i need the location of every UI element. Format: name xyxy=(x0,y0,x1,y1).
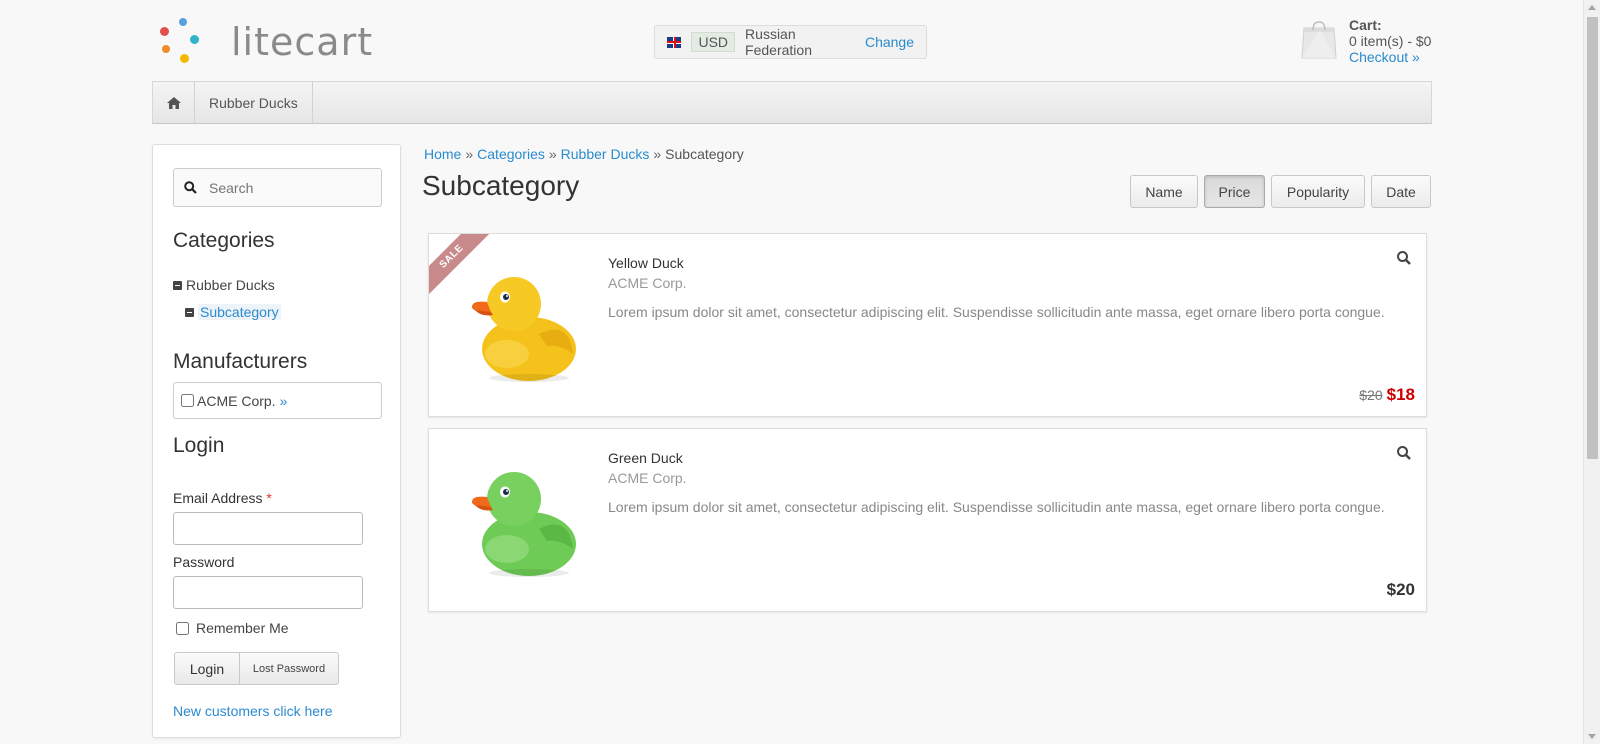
new-customers-link[interactable]: New customers click here xyxy=(173,703,333,719)
product-price: $20 $18 xyxy=(1359,385,1415,405)
scroll-up-icon[interactable] xyxy=(1588,5,1596,10)
sort-popularity-button[interactable]: Popularity xyxy=(1271,175,1365,208)
manufacturers-heading: Manufacturers xyxy=(173,350,308,373)
lost-password-button[interactable]: Lost Password xyxy=(240,653,338,684)
home-icon xyxy=(166,96,181,109)
search-box[interactable] xyxy=(173,168,382,207)
shopping-bag-icon[interactable] xyxy=(1300,20,1338,60)
login-button[interactable]: Login xyxy=(175,653,240,684)
product-card[interactable]: SALE Yellow Duck ACME Corp. Lorem ipsum … xyxy=(428,233,1427,417)
category-label[interactable]: Subcategory xyxy=(198,304,281,320)
product-manufacturer: ACME Corp. xyxy=(608,275,687,291)
scroll-down-icon[interactable] xyxy=(1588,734,1596,739)
uk-flag-icon xyxy=(667,36,682,48)
logo-dot-icon xyxy=(179,18,187,26)
breadcrumb-separator: » xyxy=(548,146,557,162)
password-label: Password xyxy=(173,554,235,570)
password-field[interactable] xyxy=(173,576,363,609)
region-selector[interactable]: USD Russian Federation Change xyxy=(654,25,927,59)
green-duck-image[interactable] xyxy=(469,459,579,579)
product-name[interactable]: Green Duck xyxy=(608,450,683,466)
page-scrollbar[interactable] xyxy=(1583,0,1600,744)
breadcrumb-separator: » xyxy=(653,146,662,162)
product-manufacturer: ACME Corp. xyxy=(608,470,687,486)
email-label-text: Email Address xyxy=(173,490,263,506)
login-buttons: Login Lost Password xyxy=(174,652,339,685)
scroll-thumb[interactable] xyxy=(1587,17,1598,459)
manufacturer-link[interactable]: » xyxy=(280,393,288,409)
category-label[interactable]: Rubber Ducks xyxy=(186,277,275,293)
categories-heading: Categories xyxy=(173,229,275,252)
manufacturer-checkbox[interactable] xyxy=(181,394,194,407)
logo-dot-icon xyxy=(180,54,189,63)
yellow-duck-image[interactable] xyxy=(469,264,579,384)
product-card[interactable]: Green Duck ACME Corp. Lorem ipsum dolor … xyxy=(428,428,1427,612)
collapse-icon[interactable] xyxy=(173,280,182,290)
breadcrumb-current: Subcategory xyxy=(665,146,744,162)
country-name: Russian Federation xyxy=(745,26,812,58)
login-heading: Login xyxy=(173,434,225,457)
category-item-rubber-ducks[interactable]: Rubber Ducks xyxy=(173,277,275,293)
email-field[interactable] xyxy=(173,512,363,545)
breadcrumb-home[interactable]: Home xyxy=(424,146,461,162)
sort-price-button[interactable]: Price xyxy=(1204,175,1265,208)
breadcrumb-separator: » xyxy=(465,146,474,162)
logo-dot-icon xyxy=(190,35,199,44)
breadcrumb: Home» Categories» Rubber Ducks» Subcategory xyxy=(424,146,744,162)
quick-view-icon[interactable] xyxy=(1396,250,1412,266)
product-description: Lorem ipsum dolor sit amet, consectetur … xyxy=(608,499,1385,515)
page-title: Subcategory xyxy=(422,170,580,201)
required-mark: * xyxy=(266,490,272,506)
logo-dot-icon xyxy=(162,45,170,53)
email-label: Email Address * xyxy=(173,490,272,506)
main-navbar: Rubber Ducks xyxy=(152,81,1432,124)
checkout-link[interactable]: Checkout » xyxy=(1349,49,1420,65)
nav-item-rubber-ducks[interactable]: Rubber Ducks xyxy=(195,82,313,123)
change-region-link[interactable]: Change xyxy=(865,34,914,50)
product-description: Lorem ipsum dolor sit amet, consectetur … xyxy=(608,304,1385,320)
search-input[interactable] xyxy=(207,178,367,197)
collapse-icon[interactable] xyxy=(185,307,194,317)
remember-me[interactable]: Remember Me xyxy=(173,620,289,636)
campaign-price: $18 xyxy=(1386,385,1415,404)
logo-text: litecart xyxy=(231,20,374,64)
breadcrumb-categories[interactable]: Categories xyxy=(477,146,545,162)
nav-home[interactable] xyxy=(153,82,195,123)
cart-title: Cart: xyxy=(1349,17,1382,33)
sidebar: Categories Rubber Ducks Subcategory Manu… xyxy=(152,144,401,738)
cart-summary[interactable]: Cart: 0 item(s) - $0 Checkout » xyxy=(1349,17,1431,65)
manufacturer-label[interactable]: ACME Corp. xyxy=(197,393,276,409)
currency-code: USD xyxy=(691,32,736,52)
sort-name-button[interactable]: Name xyxy=(1130,175,1198,208)
regular-price: $20 xyxy=(1359,387,1383,403)
logo[interactable]: litecart xyxy=(157,16,372,66)
sort-date-button[interactable]: Date xyxy=(1371,175,1431,208)
logo-dot-icon xyxy=(160,27,169,36)
quick-view-icon[interactable] xyxy=(1396,445,1412,461)
product-price: $20 xyxy=(1386,580,1415,599)
remember-checkbox[interactable] xyxy=(176,621,189,635)
remember-label: Remember Me xyxy=(196,620,289,636)
cart-items: 0 item(s) - $0 xyxy=(1349,33,1432,49)
manufacturer-filter: ACME Corp. » xyxy=(173,382,382,419)
category-item-subcategory[interactable]: Subcategory xyxy=(185,304,281,320)
search-icon xyxy=(184,181,197,194)
product-name[interactable]: Yellow Duck xyxy=(608,255,684,271)
breadcrumb-rubber-ducks[interactable]: Rubber Ducks xyxy=(561,146,650,162)
